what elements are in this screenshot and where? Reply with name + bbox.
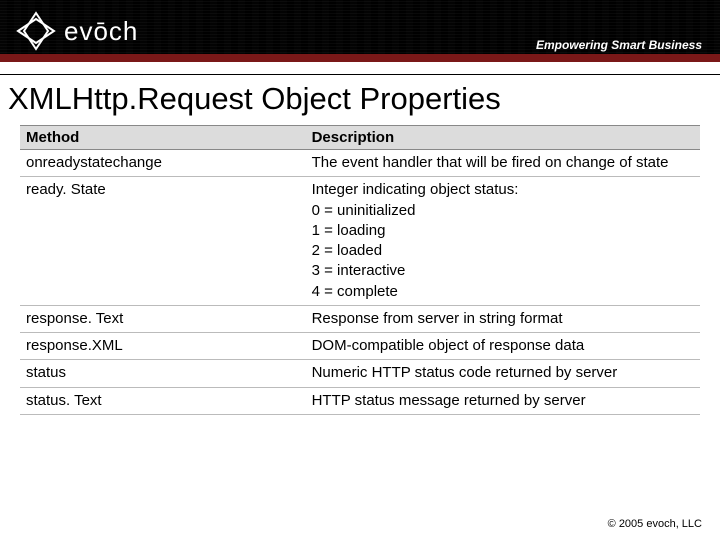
properties-table-wrap: Method Description onreadystatechange Th… bbox=[20, 125, 700, 415]
brand-name: evōch bbox=[64, 16, 138, 47]
table-header-row: Method Description bbox=[20, 126, 700, 150]
logo: evōch bbox=[14, 9, 138, 53]
table-row: response.XML DOM-compatible object of re… bbox=[20, 333, 700, 360]
col-header-method: Method bbox=[20, 126, 306, 150]
header-accent-bar bbox=[0, 54, 720, 62]
slide-title: XMLHttp.Request Object Properties bbox=[8, 81, 720, 117]
cell-method: onreadystatechange bbox=[20, 150, 306, 177]
cell-method: ready. State bbox=[20, 177, 306, 306]
cell-description: The event handler that will be fired on … bbox=[306, 150, 700, 177]
cell-method: status bbox=[20, 360, 306, 387]
cell-description: Numeric HTTP status code returned by ser… bbox=[306, 360, 700, 387]
slide-header: evōch Empowering Smart Business bbox=[0, 0, 720, 62]
logo-mark-icon bbox=[14, 9, 58, 53]
tagline: Empowering Smart Business bbox=[536, 38, 702, 52]
table-row: ready. State Integer indicating object s… bbox=[20, 177, 700, 306]
col-header-description: Description bbox=[306, 126, 700, 150]
cell-method: response. Text bbox=[20, 305, 306, 332]
cell-method: response.XML bbox=[20, 333, 306, 360]
cell-description: Response from server in string format bbox=[306, 305, 700, 332]
copyright-footer: © 2005 evoch, LLC bbox=[608, 518, 702, 530]
cell-method: status. Text bbox=[20, 387, 306, 414]
properties-table: Method Description onreadystatechange Th… bbox=[20, 125, 700, 415]
cell-description: HTTP status message returned by server bbox=[306, 387, 700, 414]
divider-line bbox=[0, 74, 720, 75]
table-row: onreadystatechange The event handler tha… bbox=[20, 150, 700, 177]
cell-description: DOM-compatible object of response data bbox=[306, 333, 700, 360]
table-row: status. Text HTTP status message returne… bbox=[20, 387, 700, 414]
cell-description: Integer indicating object status:0 = uni… bbox=[306, 177, 700, 306]
table-row: response. Text Response from server in s… bbox=[20, 305, 700, 332]
table-row: status Numeric HTTP status code returned… bbox=[20, 360, 700, 387]
